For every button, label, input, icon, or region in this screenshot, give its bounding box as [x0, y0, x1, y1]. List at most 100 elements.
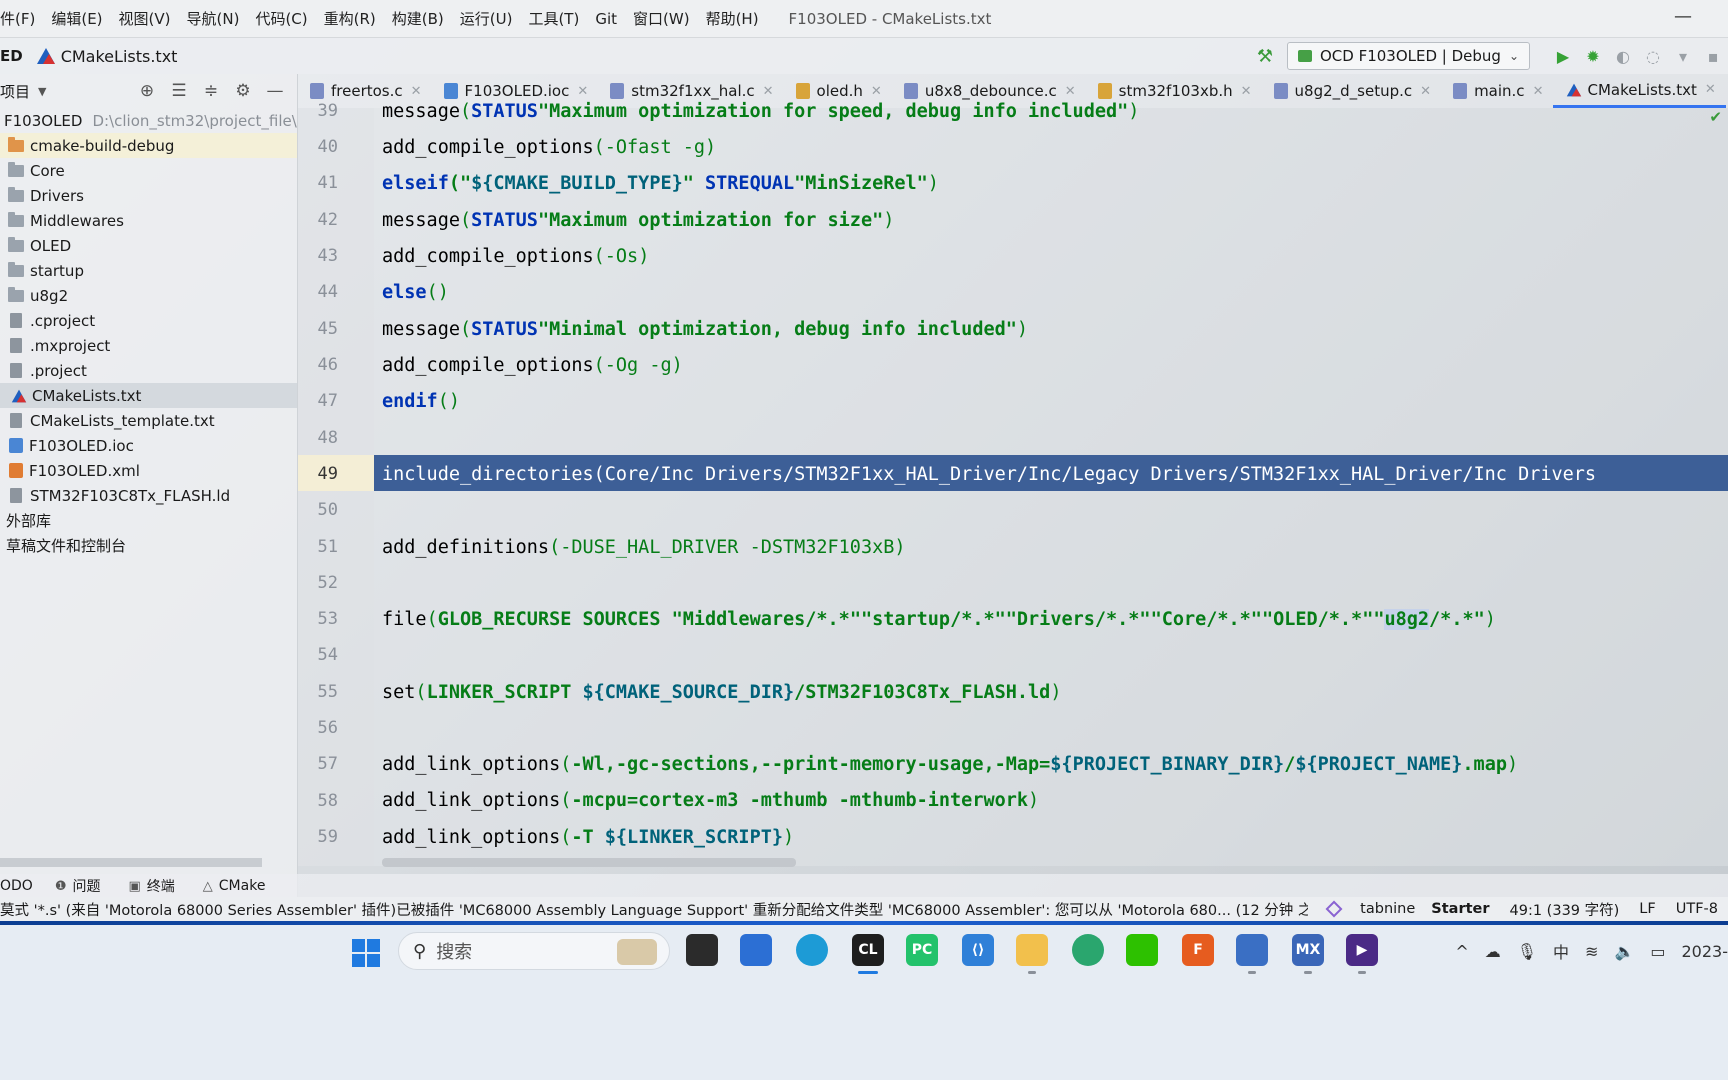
- cubemx-icon[interactable]: MX: [1292, 934, 1324, 974]
- microsoft-store-icon[interactable]: [740, 934, 772, 966]
- tabnine-label: tabnine: [1360, 901, 1416, 917]
- wifi-icon[interactable]: ≋: [1585, 942, 1598, 961]
- code-line-53: file(GLOB_RECURSE SOURCES "Middlewares/*…: [382, 608, 1496, 630]
- input-method-icon[interactable]: 中: [1553, 939, 1569, 963]
- tree-item-u8g2[interactable]: u8g2: [0, 283, 297, 308]
- pycharm-icon[interactable]: PC: [906, 934, 938, 966]
- tree-item-project[interactable]: .project: [0, 358, 297, 383]
- taskbar-search[interactable]: ⚲ 搜索: [398, 932, 670, 970]
- expand-all-icon[interactable]: ☰: [163, 81, 195, 101]
- tab-u8g2-d-setup-c[interactable]: u8g2_d_setup.c ✕: [1262, 74, 1442, 108]
- media-player-icon[interactable]: ▶: [1346, 934, 1378, 974]
- tree-item-ioc[interactable]: F103OLED.ioc: [0, 433, 297, 458]
- volume-icon[interactable]: 🔈: [1614, 942, 1634, 961]
- code-token: add_compile_options: [382, 354, 594, 376]
- microphone-icon[interactable]: 🎙: [1517, 942, 1537, 961]
- menu-navigate[interactable]: 导航(N): [179, 8, 248, 29]
- collapse-all-icon[interactable]: ≑: [195, 81, 227, 101]
- breadcrumb-file[interactable]: CMakeLists.txt: [36, 47, 177, 66]
- file-explorer-icon[interactable]: [1016, 934, 1048, 974]
- vscode-icon[interactable]: ⟨⟩: [962, 934, 994, 966]
- tree-item-startup[interactable]: startup: [0, 258, 297, 283]
- tool-tab-terminal[interactable]: ▣ 终端: [128, 876, 174, 896]
- tree-item-core[interactable]: Core: [0, 158, 297, 183]
- tree-item-cproject[interactable]: .cproject: [0, 308, 297, 333]
- status-message[interactable]: 莫式 '*.s' (来自 'Motorola 68000 Series Asse…: [0, 899, 1308, 920]
- tab-cmakelists-txt[interactable]: CMakeLists.txt ✕: [1553, 74, 1726, 108]
- hide-panel-icon[interactable]: —: [259, 81, 291, 101]
- code-token: ): [927, 172, 939, 194]
- tree-item-external-libraries[interactable]: 外部库: [0, 508, 297, 533]
- menu-run[interactable]: 运行(U): [452, 8, 521, 29]
- build-hammer-icon[interactable]: ⚒: [1257, 46, 1273, 67]
- file-encoding[interactable]: UTF-8: [1676, 901, 1718, 917]
- menu-build[interactable]: 构建(B): [384, 8, 452, 29]
- close-icon[interactable]: ✕: [1420, 84, 1431, 99]
- tree-item-scratches[interactable]: 草稿文件和控制台: [0, 533, 297, 558]
- coverage-icon[interactable]: ◐: [1608, 47, 1638, 66]
- search-icon: ⚲: [413, 940, 427, 962]
- menu-help[interactable]: 帮助(H): [698, 8, 767, 29]
- tree-item-xml[interactable]: F103OLED.xml: [0, 458, 297, 483]
- tree-item-cmakelists-template[interactable]: CMakeLists_template.txt: [0, 408, 297, 433]
- tree-item-oled[interactable]: OLED: [0, 233, 297, 258]
- editor-horizontal-scrollbar[interactable]: [382, 858, 796, 867]
- tree-item-label: F103OLED.ioc: [29, 436, 134, 455]
- tool-tab-problems[interactable]: ❶ 问题: [55, 876, 101, 896]
- stop-icon[interactable]: ▪: [1698, 47, 1728, 66]
- chevron-down-icon[interactable]: ▼: [38, 85, 46, 98]
- tabnine-status[interactable]: tabnine Starter: [1318, 900, 1490, 918]
- onedrive-cloud-icon[interactable]: ☁: [1485, 942, 1501, 961]
- tree-root[interactable]: F103OLED D:\clion_stm32\project_file\F10…: [0, 108, 297, 133]
- battery-icon[interactable]: ▭: [1650, 942, 1665, 961]
- more-run-chevron-icon[interactable]: ▾: [1668, 47, 1698, 66]
- menu-tools[interactable]: 工具(T): [520, 8, 587, 29]
- close-icon[interactable]: ✕: [1705, 82, 1716, 97]
- menu-edit[interactable]: 编辑(E): [43, 8, 110, 29]
- line-separator[interactable]: LF: [1639, 901, 1655, 917]
- breadcrumb-project[interactable]: ED: [0, 47, 23, 65]
- gear-icon[interactable]: ⚙: [227, 81, 259, 101]
- project-panel-title[interactable]: 项目: [0, 81, 30, 102]
- tool-tab-cmake[interactable]: △ CMake: [203, 878, 266, 894]
- menu-code[interactable]: 代码(C): [247, 8, 315, 29]
- tree-item-cmakelists[interactable]: CMakeLists.txt: [0, 383, 297, 408]
- tree-item-mxproject[interactable]: .mxproject: [0, 333, 297, 358]
- close-icon[interactable]: ✕: [1241, 84, 1252, 99]
- minimize-button[interactable]: —: [1674, 6, 1692, 27]
- line-number: 57: [317, 754, 338, 774]
- tree-item-drivers[interactable]: Drivers: [0, 183, 297, 208]
- wechat-icon[interactable]: [1126, 934, 1158, 966]
- caret-position[interactable]: 49:1 (339 字符): [1510, 899, 1620, 920]
- tree-item-middlewares[interactable]: Middlewares: [0, 208, 297, 233]
- menu-git[interactable]: Git: [587, 10, 625, 28]
- edge-browser-icon[interactable]: [796, 934, 828, 966]
- tool-tab-todo[interactable]: ODO: [0, 878, 33, 894]
- clock[interactable]: 2023-: [1682, 942, 1728, 961]
- tray-overflow-chevron-icon[interactable]: ^: [1455, 942, 1468, 961]
- project-panel-horizontal-scrollbar[interactable]: [0, 858, 262, 867]
- close-icon[interactable]: ✕: [1533, 84, 1544, 99]
- debug-bug-icon[interactable]: ✹: [1578, 47, 1608, 66]
- menu-window[interactable]: 窗口(W): [625, 8, 698, 29]
- locate-target-icon[interactable]: ⊕: [131, 81, 163, 101]
- foxit-icon[interactable]: F: [1182, 934, 1214, 966]
- menu-file[interactable]: 件(F): [0, 8, 43, 29]
- edge-dev-icon[interactable]: [1072, 934, 1104, 966]
- tree-item-linker-script[interactable]: STM32F103C8Tx_FLASH.ld: [0, 483, 297, 508]
- windows-start-icon[interactable]: [352, 939, 380, 967]
- tabnine-plan: Starter: [1431, 901, 1490, 917]
- tree-item-label: CMakeLists_template.txt: [30, 411, 215, 430]
- tab-main-c[interactable]: main.c ✕: [1441, 74, 1553, 108]
- tree-item-cmake-build-debug[interactable]: cmake-build-debug: [0, 133, 297, 158]
- run-configuration-select[interactable]: OCD F103OLED | Debug ⌄: [1286, 42, 1530, 70]
- menu-view[interactable]: 视图(V): [111, 8, 179, 29]
- profiler-icon[interactable]: ◌: [1638, 47, 1668, 66]
- stm32cube-icon[interactable]: [1236, 934, 1268, 974]
- inspection-ok-check-icon[interactable]: ✔: [1709, 108, 1722, 126]
- menu-refactor[interactable]: 重构(R): [316, 8, 384, 29]
- clion-icon[interactable]: CL: [852, 934, 884, 974]
- run-play-icon[interactable]: ▶: [1548, 47, 1578, 66]
- task-view-icon[interactable]: [686, 934, 718, 966]
- tree-item-label: u8g2: [30, 286, 69, 305]
